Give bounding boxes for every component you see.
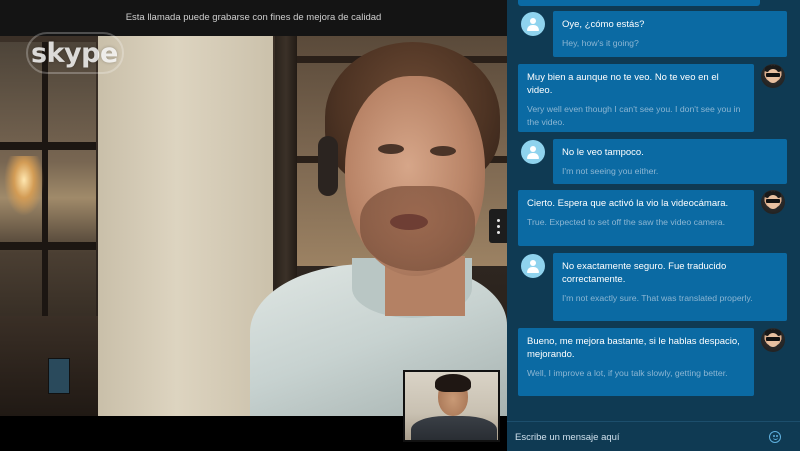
message-original: Bueno, me mejora bastante, si le hablas … bbox=[527, 336, 740, 360]
message-original: No le veo tampoco. bbox=[562, 147, 644, 158]
message-translation: Well, I improve a lot, if you talk slowl… bbox=[527, 368, 728, 378]
recording-notice: Esta llamada puede grabarse con fines de… bbox=[0, 0, 507, 36]
message-bubble-remote[interactable]: Oye, ¿cómo estás? Hey, how's it going? bbox=[553, 11, 787, 57]
remote-video-feed[interactable] bbox=[0, 36, 507, 416]
message-translation: Hey, how's it going? bbox=[562, 38, 639, 48]
self-video-preview[interactable] bbox=[403, 370, 500, 442]
message-composer bbox=[507, 421, 800, 451]
person-placeholder-icon bbox=[521, 254, 545, 278]
message-bubble-remote[interactable]: No exactamente seguro. Fue traducido cor… bbox=[553, 253, 787, 321]
message-translation: True. Expected to set off the saw the vi… bbox=[527, 217, 725, 227]
smiley-icon[interactable] bbox=[769, 431, 781, 443]
video-call-pane: Esta llamada puede grabarse con fines de… bbox=[0, 0, 507, 451]
skype-logo: skype bbox=[31, 38, 118, 69]
message-translation: Very well even though I can't see you. I… bbox=[527, 104, 741, 127]
person-placeholder-icon bbox=[521, 12, 545, 36]
message-translation: I'm not seeing you either. bbox=[562, 166, 659, 176]
message-original: Cierto. Espera que activó la vio la vide… bbox=[527, 198, 729, 209]
message-original: Muy bien a aunque no te veo. No te veo e… bbox=[527, 72, 719, 96]
message-translation: I'm not exactly sure. That was translate… bbox=[562, 293, 753, 303]
message-original: No exactamente seguro. Fue traducido cor… bbox=[562, 261, 727, 285]
message-original: Oye, ¿cómo estás? bbox=[562, 19, 645, 30]
vertical-ellipsis-icon[interactable] bbox=[489, 209, 507, 243]
user-photo-avatar bbox=[761, 190, 785, 214]
person-placeholder-icon bbox=[521, 140, 545, 164]
message-bubble-me[interactable]: Cierto. Espera que activó la vio la vide… bbox=[518, 190, 754, 246]
user-photo-avatar bbox=[761, 328, 785, 352]
message-bubble-me[interactable]: Bueno, me mejora bastante, si le hablas … bbox=[518, 328, 754, 396]
conversation-list[interactable]: Oye, ¿cómo estás? Hey, how's it going? M… bbox=[507, 0, 800, 421]
message-input[interactable] bbox=[515, 427, 765, 447]
previous-message-fragment bbox=[518, 0, 760, 6]
message-bubble-remote[interactable]: No le veo tampoco. I'm not seeing you ei… bbox=[553, 139, 787, 184]
message-bubble-me[interactable]: Muy bien a aunque no te veo. No te veo e… bbox=[518, 64, 754, 132]
chat-panel: Oye, ¿cómo estás? Hey, how's it going? M… bbox=[507, 0, 800, 451]
user-photo-avatar bbox=[761, 64, 785, 88]
